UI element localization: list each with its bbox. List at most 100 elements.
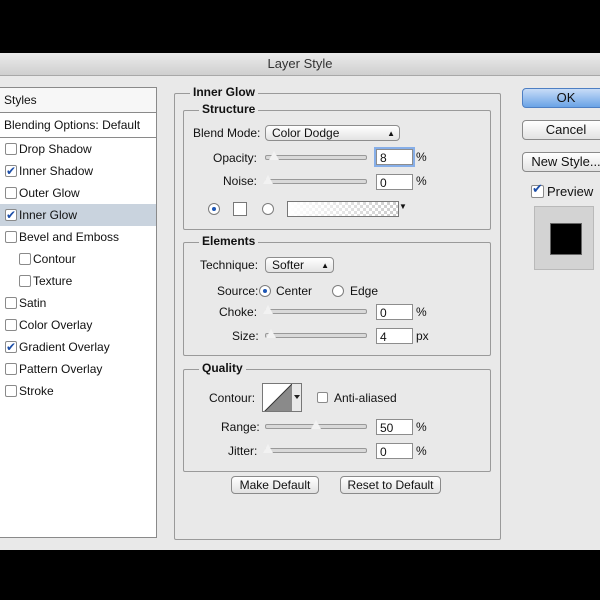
opacity-slider-thumb[interactable] — [269, 151, 279, 160]
jitter-unit: % — [416, 444, 427, 458]
anti-aliased-checkbox[interactable] — [317, 392, 328, 403]
style-item-label: Drop Shadow — [19, 142, 92, 156]
updown-arrows-icon: ▲ — [321, 261, 329, 270]
style-item-label: Color Overlay — [19, 318, 93, 332]
window-title: Layer Style — [0, 53, 600, 76]
source-edge-radio[interactable] — [332, 285, 344, 297]
ok-button[interactable]: OK — [522, 88, 600, 108]
solid-color-radio[interactable] — [208, 203, 220, 215]
style-item-drop-shadow[interactable]: Drop Shadow — [0, 138, 156, 160]
jitter-slider[interactable] — [263, 444, 367, 453]
cancel-button[interactable]: Cancel — [522, 120, 600, 140]
style-item-label: Texture — [33, 274, 73, 288]
style-item-checkbox[interactable] — [5, 363, 17, 375]
inner-glow-title: Inner Glow — [190, 85, 259, 99]
gradient-dropdown-icon[interactable]: ▼ — [399, 202, 407, 211]
style-item-checkbox[interactable] — [5, 385, 17, 397]
noise-field[interactable]: 0 — [376, 174, 413, 190]
blend-mode-value: Color Dodge — [272, 126, 340, 140]
range-unit: % — [416, 420, 427, 434]
style-item-inner-shadow[interactable]: Inner Shadow — [0, 160, 156, 182]
style-item-checkbox[interactable] — [5, 160, 17, 182]
source-label: Source: — [217, 284, 259, 298]
style-item-checkbox[interactable] — [5, 143, 17, 155]
style-item-label: Contour — [33, 252, 76, 266]
style-item-texture[interactable]: Texture — [0, 270, 156, 292]
technique-select[interactable]: Softer ▲ — [265, 257, 334, 273]
jitter-slider-thumb[interactable] — [263, 444, 273, 453]
jitter-field[interactable]: 0 — [376, 443, 413, 459]
style-item-satin[interactable]: Satin — [0, 292, 156, 314]
style-preview-thumbnail — [534, 206, 594, 270]
choke-unit: % — [416, 305, 427, 319]
preview-label[interactable]: Preview — [547, 184, 593, 199]
blending-options-item[interactable]: Blending Options: Default — [0, 113, 156, 138]
glow-gradient-picker[interactable] — [287, 201, 399, 217]
range-slider-thumb[interactable] — [311, 420, 321, 429]
style-item-checkbox[interactable] — [5, 319, 17, 331]
new-style-button[interactable]: New Style... — [522, 152, 600, 172]
opacity-label: Opacity: — [213, 151, 258, 165]
choke-field[interactable]: 0 — [376, 304, 413, 320]
style-item-inner-glow[interactable]: Inner Glow — [0, 204, 156, 226]
blend-mode-select[interactable]: Color Dodge ▲ — [265, 125, 400, 141]
layer-style-dialog: Layer Style Styles Blending Options: Def… — [0, 53, 600, 550]
blend-mode-label: Blend Mode: — [193, 126, 261, 140]
source-center-label[interactable]: Center — [276, 284, 312, 298]
style-item-bevel-and-emboss[interactable]: Bevel and Emboss — [0, 226, 156, 248]
style-item-color-overlay[interactable]: Color Overlay — [0, 314, 156, 336]
source-edge-label[interactable]: Edge — [350, 284, 378, 298]
styles-header[interactable]: Styles — [0, 88, 156, 113]
preview-swatch — [550, 223, 582, 255]
reset-to-default-button[interactable]: Reset to Default — [340, 476, 441, 494]
style-item-stroke[interactable]: Stroke — [0, 380, 156, 402]
style-item-pattern-overlay[interactable]: Pattern Overlay — [0, 358, 156, 380]
style-item-outer-glow[interactable]: Outer Glow — [0, 182, 156, 204]
jitter-label: Jitter: — [228, 444, 258, 458]
opacity-field[interactable]: 8 — [376, 149, 413, 165]
choke-slider[interactable] — [263, 305, 367, 314]
style-item-checkbox[interactable] — [5, 231, 17, 243]
technique-label: Technique: — [200, 258, 259, 272]
anti-aliased-label[interactable]: Anti-aliased — [334, 391, 397, 405]
size-slider[interactable] — [265, 329, 367, 338]
style-item-label: Bevel and Emboss — [19, 230, 120, 244]
preview-checkbox[interactable] — [531, 181, 544, 198]
size-field[interactable]: 4 — [376, 328, 413, 344]
style-item-contour[interactable]: Contour — [0, 248, 156, 270]
source-center-radio[interactable] — [259, 285, 271, 297]
updown-arrows-icon: ▲ — [387, 129, 395, 138]
style-item-checkbox[interactable] — [19, 253, 31, 265]
style-item-checkbox[interactable] — [5, 297, 17, 309]
style-item-checkbox[interactable] — [19, 275, 31, 287]
style-item-label: Stroke — [19, 384, 54, 398]
make-default-button[interactable]: Make Default — [231, 476, 319, 494]
size-label: Size: — [232, 329, 259, 343]
noise-slider-thumb[interactable] — [263, 175, 273, 184]
style-item-label: Satin — [19, 296, 47, 310]
structure-title: Structure — [199, 102, 259, 116]
range-label: Range: — [221, 420, 260, 434]
size-slider-thumb[interactable] — [266, 329, 276, 338]
opacity-unit: % — [416, 150, 427, 164]
style-item-gradient-overlay[interactable]: Gradient Overlay — [0, 336, 156, 358]
glow-color-swatch[interactable] — [233, 202, 247, 216]
range-slider[interactable] — [265, 420, 367, 429]
styles-list: Styles Blending Options: Default Drop Sh… — [0, 87, 157, 538]
technique-value: Softer — [272, 258, 305, 272]
size-unit: px — [416, 329, 429, 343]
style-item-checkbox[interactable] — [5, 204, 17, 226]
contour-picker[interactable] — [262, 383, 302, 412]
style-item-checkbox[interactable] — [5, 187, 17, 199]
contour-label: Contour: — [209, 391, 256, 405]
style-item-label: Pattern Overlay — [19, 362, 103, 376]
noise-slider[interactable] — [263, 175, 367, 184]
quality-title: Quality — [199, 361, 246, 375]
gradient-radio[interactable] — [262, 203, 274, 215]
range-field[interactable]: 50 — [376, 419, 413, 435]
choke-slider-thumb[interactable] — [263, 305, 273, 314]
elements-title: Elements — [199, 234, 259, 248]
style-item-label: Gradient Overlay — [19, 340, 110, 354]
style-item-checkbox[interactable] — [5, 336, 17, 358]
opacity-slider[interactable] — [265, 151, 367, 160]
